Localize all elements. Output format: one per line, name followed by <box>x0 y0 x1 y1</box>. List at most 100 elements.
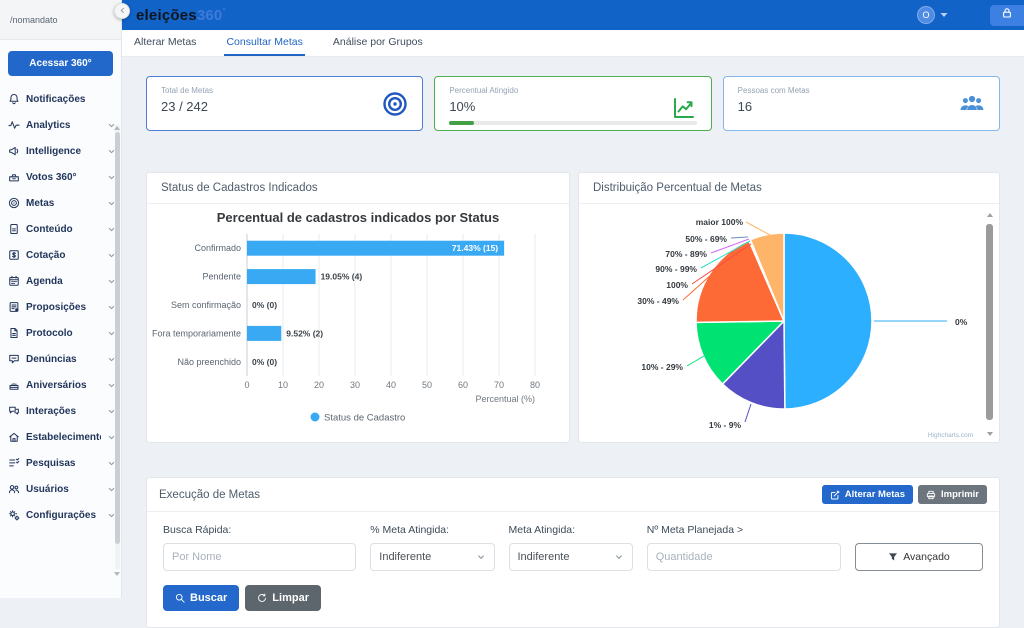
sidebar-scrollbar-thumb[interactable] <box>115 132 120 544</box>
sidebar-item-cotacao[interactable]: Cotação <box>0 242 121 268</box>
sidebar-scrollbar[interactable] <box>115 124 120 570</box>
pulse-icon <box>8 119 20 131</box>
doc-icon <box>8 223 20 235</box>
pie-panel-scrollbar[interactable] <box>985 210 995 436</box>
pie-scrollbar-thumb[interactable] <box>986 224 993 420</box>
file-icon <box>8 327 20 339</box>
workspace-label: /nomandato <box>10 15 58 25</box>
imprimir-button[interactable]: Imprimir <box>918 485 987 504</box>
sidebar-item-agenda[interactable]: Agenda <box>0 268 121 294</box>
tab-analise-por-grupos[interactable]: Análise por Grupos <box>331 30 425 56</box>
access-360-button[interactable]: Acessar 360° <box>8 51 113 76</box>
printer-icon <box>926 490 936 500</box>
sidebar-item-analytics[interactable]: Analytics <box>0 112 121 138</box>
bar-panel-title: Status de Cadastros Indicados <box>147 173 569 204</box>
svg-text:10: 10 <box>278 380 288 390</box>
sidebar-item-usuarios[interactable]: Usuários <box>0 476 121 502</box>
bar-chart: 01020304050607080Percentual de cadastros… <box>147 204 569 442</box>
sidebar-item-label: Configurações <box>26 510 96 521</box>
app-logo: eleições360° <box>136 7 226 24</box>
sidebar-item-pesquisas[interactable]: Pesquisas <box>0 450 121 476</box>
logo-text-light: 360 <box>197 7 223 24</box>
main-content: Total de Metas 23 / 242 Percentual Ating… <box>122 57 1024 628</box>
sidebar-scroll-down-arrow[interactable] <box>114 572 120 576</box>
user-menu-caret-icon[interactable] <box>940 12 948 18</box>
svg-text:0: 0 <box>244 380 249 390</box>
sidebar-item-aniversarios[interactable]: Aniversários <box>0 372 121 398</box>
sidebar-item-label: Estabelecimentos <box>26 432 101 443</box>
svg-text:9.52% (2): 9.52% (2) <box>286 328 323 338</box>
sidebar-item-proposicoes[interactable]: Proposições <box>0 294 121 320</box>
svg-text:30% - 49%: 30% - 49% <box>637 296 679 306</box>
pie-chart-panel: Distribuição Percentual de Metas 0%1% - … <box>578 172 1000 443</box>
svg-text:50% - 69%: 50% - 69% <box>685 234 727 244</box>
sidebar-item-estabelecimentos[interactable]: Estabelecimentos <box>0 424 121 450</box>
card-percentual-atingido: Percentual Atingido 10% <box>434 76 711 131</box>
sidebar-item-intelligence[interactable]: Intelligence <box>0 138 121 164</box>
sidebar-item-label: Interações <box>26 406 76 417</box>
svg-text:80: 80 <box>530 380 540 390</box>
people-group-icon <box>959 91 985 117</box>
user-avatar[interactable]: O <box>917 6 935 24</box>
svg-text:90% - 99%: 90% - 99% <box>655 264 697 274</box>
calendar-icon <box>8 275 20 287</box>
logo-degree-mark: ° <box>222 7 225 16</box>
sidebar-item-protocolo[interactable]: Protocolo <box>0 320 121 346</box>
svg-text:70: 70 <box>494 380 504 390</box>
meta-atingida-select[interactable]: Indiferente <box>509 543 633 571</box>
lock-icon <box>1001 6 1013 24</box>
buscar-button[interactable]: Buscar <box>163 585 239 611</box>
tab-alterar-metas[interactable]: Alterar Metas <box>132 30 198 56</box>
workspace-bar: /nomandato <box>0 0 121 40</box>
stat-value: 16 <box>738 99 985 114</box>
bar-chart-panel: Status de Cadastros Indicados 0102030405… <box>146 172 570 443</box>
num-meta-input[interactable] <box>647 543 841 571</box>
meta-atingida-label: Meta Atingida: <box>509 524 633 536</box>
pie-scroll-up-arrow[interactable] <box>987 213 993 217</box>
limpar-button[interactable]: Limpar <box>245 585 321 611</box>
report-icon <box>8 353 20 365</box>
pct-meta-select[interactable]: Indiferente <box>370 543 494 571</box>
sidebar-item-label: Protocolo <box>26 328 73 339</box>
sidebar-item-denuncias[interactable]: Denúncias <box>0 346 121 372</box>
svg-text:60: 60 <box>458 380 468 390</box>
survey-icon <box>8 457 20 469</box>
card-total-de-metas: Total de Metas 23 / 242 <box>146 76 423 131</box>
sidebar-scroll-up-arrow[interactable] <box>114 126 120 130</box>
svg-text:30: 30 <box>350 380 360 390</box>
sidebar-item-configuracoes[interactable]: Configurações <box>0 502 121 528</box>
line-chart-icon <box>671 95 697 121</box>
sidebar-item-interacoes[interactable]: Interações <box>0 398 121 424</box>
svg-text:Confirmado: Confirmado <box>194 243 241 253</box>
sidebar-item-notificacoes[interactable]: Notificações <box>0 86 121 112</box>
stat-label: Pessoas com Metas <box>738 86 985 95</box>
sidebar-item-label: Aniversários <box>26 380 87 391</box>
svg-text:70% - 89%: 70% - 89% <box>665 249 707 259</box>
sidebar-item-label: Conteúdo <box>26 224 73 235</box>
svg-text:Status de Cadastro: Status de Cadastro <box>324 413 405 424</box>
chevron-down-icon <box>476 552 486 562</box>
tab-consultar-metas[interactable]: Consultar Metas <box>224 30 304 56</box>
sidebar-item-votos-360[interactable]: Votos 360° <box>0 164 121 190</box>
header-actions: O <box>917 5 1024 26</box>
sidebar-item-label: Denúncias <box>26 354 77 365</box>
lock-button[interactable] <box>990 5 1024 26</box>
sidebar-collapse-button[interactable] <box>114 3 130 19</box>
stat-value: 23 / 242 <box>161 99 408 114</box>
quick-search-input[interactable] <box>163 543 356 571</box>
alterar-metas-button[interactable]: Alterar Metas <box>822 485 913 504</box>
chart-watermark: Highcharts.com <box>928 432 973 439</box>
svg-text:Não preenchido: Não preenchido <box>177 357 241 367</box>
card-pessoas-com-metas: Pessoas com Metas 16 <box>723 76 1000 131</box>
svg-text:Percentual de cadastros indica: Percentual de cadastros indicados por St… <box>217 210 499 225</box>
sidebar-item-metas[interactable]: Metas <box>0 190 121 216</box>
pie-scroll-down-arrow[interactable] <box>987 432 993 436</box>
svg-text:71.43% (15): 71.43% (15) <box>452 243 498 253</box>
svg-text:100%: 100% <box>666 280 688 290</box>
sidebar-item-label: Agenda <box>26 276 63 287</box>
sidebar-item-conteudo[interactable]: Conteúdo <box>0 216 121 242</box>
sidebar-item-label: Intelligence <box>26 146 81 157</box>
svg-text:0% (0): 0% (0) <box>252 300 277 310</box>
pct-meta-label: % Meta Atingida: <box>370 524 494 536</box>
avancado-button[interactable]: Avançado <box>855 543 983 571</box>
